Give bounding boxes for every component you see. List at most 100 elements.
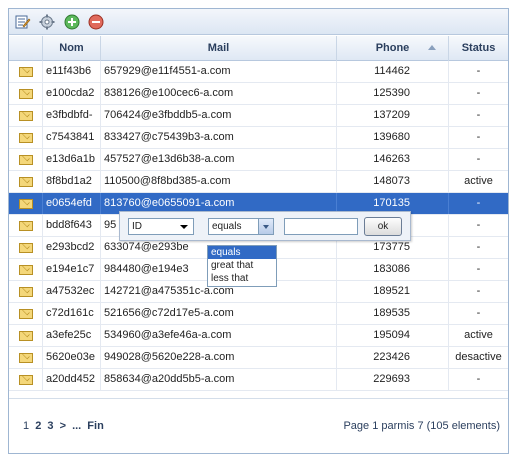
filter-field-select[interactable]: ID: [128, 218, 194, 235]
table-row[interactable]: a20dd452 858634@a20dd5b5-a.com 229693 -: [9, 369, 508, 391]
page-last[interactable]: Fin: [87, 420, 104, 432]
cell-nom: a3efe25c: [43, 325, 101, 346]
row-icon-cell: [9, 149, 43, 170]
row-icon-cell: [9, 171, 43, 192]
cell-nom: e13d6a1b: [43, 149, 101, 170]
cell-phone: 139680: [337, 127, 449, 148]
cell-status: -: [476, 285, 481, 297]
filter-operator-value: equals: [212, 221, 242, 232]
dropdown-arrow-icon[interactable]: [258, 219, 273, 234]
cell-status: -: [476, 219, 481, 231]
pagination: 1 2 3 > ... Fin: [23, 420, 107, 432]
cell-nom: a47532ec: [43, 281, 101, 302]
table-row[interactable]: 8f8bd1a2 110500@8f8bd385-a.com 148073 activ…: [9, 171, 508, 193]
cell-status: -: [476, 87, 481, 99]
table-row[interactable]: e3fbdbfd- 706424@e3fbddb5-a.com 137209 -: [9, 105, 508, 127]
filter-popup: ID equals ok: [119, 211, 411, 241]
page-link-3[interactable]: 3: [47, 420, 53, 432]
row-icon-cell: [9, 127, 43, 148]
cell-nom: c7543841: [43, 127, 101, 148]
envelope-icon: [18, 66, 33, 77]
table-row[interactable]: a3efe25c 534960@a3efe46a-a.com 195094 activ…: [9, 325, 508, 347]
chevron-down-icon: [180, 225, 188, 229]
row-icon-cell: [9, 193, 43, 214]
cell-nom: e100cda2: [43, 83, 101, 104]
cell-nom: a20dd452: [43, 369, 101, 390]
operator-option-equals[interactable]: equals: [208, 246, 276, 259]
cell-nom: e293bcd2: [43, 237, 101, 258]
cell-nom: bdd8f643: [43, 215, 101, 236]
row-icon-cell: [9, 105, 43, 126]
page-link-2[interactable]: 2: [35, 420, 41, 432]
page-current: 1: [23, 420, 30, 432]
envelope-icon: [18, 198, 33, 209]
operator-dropdown-list: equals great that less that: [207, 245, 277, 287]
cell-status: active: [464, 329, 493, 341]
envelope-icon: [18, 88, 33, 99]
table-row[interactable]: c72d161c 521656@c72d17e5-a.com 189535 -: [9, 303, 508, 325]
operator-option-less-that[interactable]: less that: [208, 272, 276, 285]
header-status[interactable]: Status: [449, 36, 508, 61]
filter-field-value: ID: [132, 221, 142, 232]
cell-nom: 5620e03e: [43, 347, 101, 368]
row-icon-cell: [9, 303, 43, 324]
envelope-icon: [18, 286, 33, 297]
row-icon-cell: [9, 215, 43, 236]
add-icon[interactable]: [64, 14, 80, 30]
cell-status: -: [476, 153, 481, 165]
cell-nom: 8f8bd1a2: [43, 171, 101, 192]
table-row[interactable]: e100cda2 838126@e100cec6-a.com 125390 -: [9, 83, 508, 105]
row-icon-cell: [9, 281, 43, 302]
filter-value-input[interactable]: [284, 218, 358, 235]
ok-button[interactable]: ok: [364, 217, 402, 236]
table-row[interactable]: e11f43b6 657929@e11f4551-a.com 114462 -: [9, 61, 508, 83]
cell-status: desactive: [455, 351, 502, 363]
row-icon-cell: [9, 325, 43, 346]
cell-status: -: [476, 263, 481, 275]
cell-mail: 457527@e13d6b38-a.com: [101, 149, 337, 170]
filter-operator-select[interactable]: equals: [208, 218, 274, 235]
header-phone-label: Phone: [375, 42, 410, 54]
envelope-icon: [18, 220, 33, 231]
header-phone[interactable]: Phone: [337, 36, 449, 61]
operator-option-great-that[interactable]: great that: [208, 259, 276, 272]
envelope-icon: [18, 330, 33, 341]
envelope-icon: [18, 176, 33, 187]
table-row[interactable]: 5620e03e 949028@5620e228-a.com 223426 desac…: [9, 347, 508, 369]
row-icon-cell: [9, 259, 43, 280]
cell-status: -: [476, 241, 481, 253]
row-icon-cell: [9, 237, 43, 258]
edit-icon[interactable]: [15, 14, 31, 30]
envelope-icon: [18, 264, 33, 275]
cell-mail: 534960@a3efe46a-a.com: [101, 325, 337, 346]
cell-mail: 110500@8f8bd385-a.com: [101, 171, 337, 192]
header-nom[interactable]: Nom: [43, 36, 101, 61]
data-grid: Nom Mail Phone Status e11f43b6 657929@e11…: [8, 8, 509, 454]
cell-status: -: [476, 197, 481, 209]
envelope-icon: [18, 154, 33, 165]
cell-mail: 521656@c72d17e5-a.com: [101, 303, 337, 324]
row-icon-cell: [9, 61, 43, 82]
row-icon-cell: [9, 369, 43, 390]
cell-phone: 137209: [337, 105, 449, 126]
header-mail[interactable]: Mail: [101, 36, 337, 61]
cell-nom: c72d161c: [43, 303, 101, 324]
page-next[interactable]: >: [60, 420, 66, 432]
cell-mail: 838126@e100cec6-a.com: [101, 83, 337, 104]
cell-phone: 125390: [337, 83, 449, 104]
page-info: Page 1 parmis 7 (105 elements): [343, 420, 500, 432]
cell-phone: 223426: [337, 347, 449, 368]
cell-status: active: [464, 175, 493, 187]
row-icon-cell: [9, 83, 43, 104]
page-ellipsis: ...: [72, 420, 82, 432]
envelope-icon: [18, 308, 33, 319]
table-row[interactable]: e13d6a1b 457527@e13d6b38-a.com 146263 -: [9, 149, 508, 171]
remove-icon[interactable]: [88, 14, 104, 30]
envelope-icon: [18, 374, 33, 385]
envelope-icon: [18, 110, 33, 121]
table-row[interactable]: c7543841 833427@c75439b3-a.com 139680 -: [9, 127, 508, 149]
cell-mail: 657929@e11f4551-a.com: [101, 61, 337, 82]
grid-footer: 1 2 3 > ... Fin Page 1 parmis 7 (105 ele…: [9, 399, 508, 453]
sort-ascending-icon: [428, 45, 436, 50]
settings-icon[interactable]: [39, 14, 55, 30]
